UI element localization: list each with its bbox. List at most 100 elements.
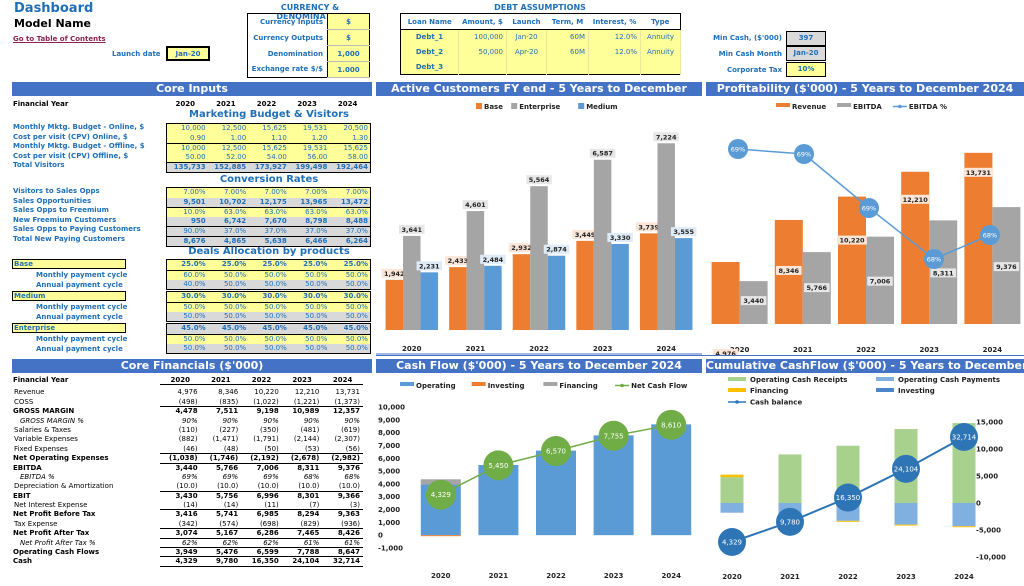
- currency-row-value[interactable]: 1.000: [327, 61, 370, 78]
- input-cell[interactable]: 1.20: [289, 134, 330, 144]
- deal-cell[interactable]: 30.0%: [248, 292, 289, 302]
- financials-row-label: Salaries & Taxes: [14, 425, 71, 434]
- financials-cell: 6,599: [256, 548, 279, 557]
- debt-cell[interactable]: Debt_3: [400, 59, 459, 75]
- input-cell[interactable]: 7.00%: [208, 188, 249, 198]
- input-cell[interactable]: 58.00: [329, 153, 370, 163]
- deal-cell[interactable]: 30.0%: [167, 292, 208, 302]
- deal-cell[interactable]: 25.0%: [289, 260, 330, 270]
- input-cell[interactable]: 1.30: [329, 134, 370, 144]
- currency-row-value[interactable]: 1,000: [327, 45, 370, 62]
- input-cell[interactable]: 15,625: [329, 144, 370, 153]
- deal-cell[interactable]: 50.0%: [167, 335, 208, 344]
- financials-year: 2024: [332, 376, 353, 384]
- debt-cell[interactable]: [588, 59, 641, 75]
- financials-row: Depreciation & Amortization (10.0) (10.0) (…: [0, 482, 375, 492]
- data-label: 5,564: [526, 175, 552, 185]
- deal-cell[interactable]: 50.0%: [289, 335, 330, 344]
- input-cell[interactable]: 10,000: [167, 144, 208, 153]
- deal-cell[interactable]: 50.0%: [248, 271, 289, 280]
- input-cell[interactable]: 50.00: [167, 153, 208, 163]
- deal-cell[interactable]: 50.0%: [208, 303, 249, 312]
- debt-cell[interactable]: Debt_2: [400, 44, 459, 60]
- deal-cell[interactable]: 30.0%: [289, 292, 330, 302]
- deal-cell[interactable]: 25.0%: [208, 260, 249, 270]
- input-cell[interactable]: 19,531: [289, 144, 330, 153]
- y-tick-label: -1,000: [378, 545, 403, 553]
- deal-cell[interactable]: 50.0%: [167, 303, 208, 312]
- deal-cell[interactable]: 25.0%: [248, 260, 289, 270]
- input-cell[interactable]: 1.00: [208, 134, 249, 144]
- legend-item: Base: [476, 103, 503, 111]
- input-cell[interactable]: 63.0%: [329, 208, 370, 217]
- debt-cell[interactable]: 60M: [546, 29, 589, 45]
- input-cell[interactable]: 63.0%: [208, 208, 249, 217]
- legend-item: Revenue: [776, 103, 826, 111]
- annual-label: Annual payment cycle: [36, 312, 123, 321]
- input-cell: 37.0%: [223, 227, 247, 236]
- input-cell[interactable]: 63.0%: [248, 208, 289, 217]
- input-cell[interactable]: 10.0%: [167, 208, 208, 217]
- debt-cell[interactable]: 12.0%: [588, 44, 641, 60]
- y-tick-label: 5,000: [378, 468, 400, 476]
- deal-cell[interactable]: 50.0%: [289, 303, 330, 312]
- cash-flow-banner: Cash Flow ($'000) - 5 Years to December …: [376, 359, 702, 373]
- deal-cell[interactable]: 60.0%: [167, 271, 208, 280]
- year-header: 2024: [337, 100, 358, 108]
- deal-cell[interactable]: 30.0%: [208, 292, 249, 302]
- debt-cell[interactable]: Annuity: [640, 44, 681, 60]
- input-cell[interactable]: 12,500: [208, 144, 249, 153]
- deal-cell[interactable]: 50.0%: [329, 335, 370, 344]
- debt-cell[interactable]: [546, 59, 589, 75]
- deal-cell[interactable]: 50.0%: [329, 303, 370, 312]
- debt-cell[interactable]: [458, 59, 507, 75]
- debt-cell[interactable]: 12.0%: [588, 29, 641, 45]
- financials-cell: 62%: [182, 538, 198, 547]
- currency-row-value[interactable]: $: [327, 13, 370, 30]
- deal-cell[interactable]: 50.0%: [208, 335, 249, 344]
- legend-label: Financing: [750, 387, 788, 395]
- deal-cell[interactable]: 50.0%: [248, 303, 289, 312]
- input-cell[interactable]: 15,625: [248, 124, 289, 134]
- legend-marker: [620, 383, 624, 388]
- corporate-tax-input[interactable]: 10%: [786, 62, 826, 77]
- debt-cell[interactable]: Annuity: [640, 29, 681, 45]
- financials-cell: (2,982): [331, 454, 360, 463]
- input-cell[interactable]: 10,000: [167, 124, 208, 134]
- input-cell[interactable]: 0.90: [167, 134, 208, 144]
- deal-cell[interactable]: 50.0%: [329, 271, 370, 280]
- input-cell[interactable]: 20,500: [329, 124, 370, 134]
- currency-row-value[interactable]: $: [327, 29, 370, 46]
- input-cell[interactable]: 63.0%: [289, 208, 330, 217]
- debt-cell[interactable]: [640, 59, 681, 75]
- debt-cell[interactable]: 60M: [546, 44, 589, 60]
- input-cell[interactable]: 7.00%: [248, 188, 289, 198]
- y-tick-label: 8,000: [378, 429, 400, 437]
- deal-cell[interactable]: 50.0%: [208, 271, 249, 280]
- deal-cell[interactable]: 50.0%: [289, 271, 330, 280]
- debt-cell[interactable]: [506, 59, 547, 75]
- debt-cell[interactable]: 100,000: [458, 29, 507, 45]
- debt-cell[interactable]: Apr-20: [506, 44, 547, 60]
- debt-cell[interactable]: 50,000: [458, 44, 507, 60]
- deal-cell[interactable]: 25.0%: [329, 260, 370, 270]
- input-cell[interactable]: 52.00: [208, 153, 249, 163]
- launch-date-input[interactable]: Jan-20: [166, 46, 210, 61]
- deal-cell[interactable]: 50.0%: [248, 335, 289, 344]
- deal-cell[interactable]: 30.0%: [329, 292, 370, 302]
- input-cell[interactable]: 15,625: [248, 144, 289, 153]
- financials-cell: 4,478: [175, 407, 198, 416]
- input-cell[interactable]: 54.00: [248, 153, 289, 163]
- input-cell[interactable]: 7.00%: [167, 188, 208, 198]
- input-cell[interactable]: 7.00%: [289, 188, 330, 198]
- input-cell[interactable]: 12,500: [208, 124, 249, 134]
- debt-cell[interactable]: Debt_1: [400, 29, 459, 45]
- years-header: 2020 2021 2022 2023 2024: [166, 100, 369, 108]
- debt-cell[interactable]: Jan-20: [506, 29, 547, 45]
- table-of-contents-link[interactable]: Go to Table of Contents: [13, 35, 106, 43]
- deal-cell[interactable]: 25.0%: [167, 260, 208, 270]
- input-cell[interactable]: 7.00%: [329, 188, 370, 198]
- input-cell[interactable]: 19,531: [289, 124, 330, 134]
- input-cell[interactable]: 56.00: [289, 153, 330, 163]
- input-cell[interactable]: 1.10: [248, 134, 289, 144]
